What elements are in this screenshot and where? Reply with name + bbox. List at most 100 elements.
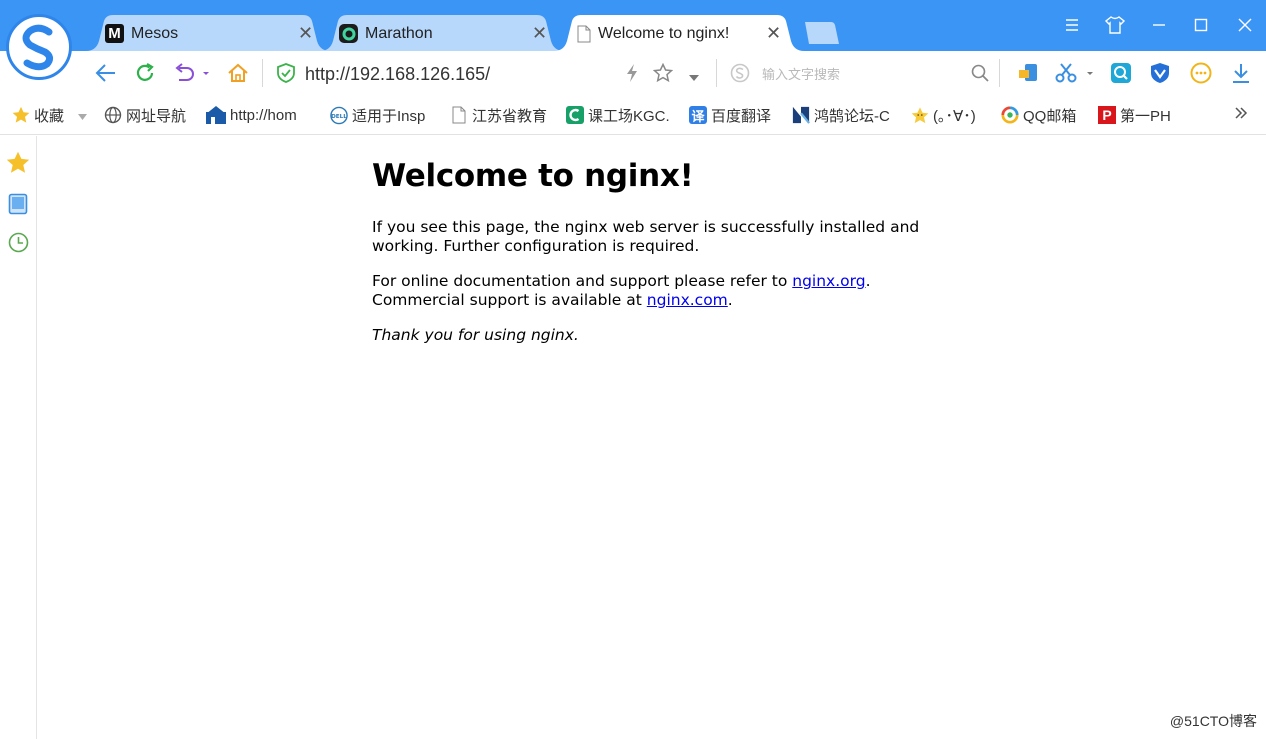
bookmarks-overflow-button[interactable] [1234,104,1248,126]
undo-close-button[interactable] [171,59,211,87]
bookmark-kaomoji[interactable]: (｡･∀･) [911,104,976,126]
toolbar-divider [716,59,717,87]
bookmark-kgc[interactable]: 课工场KGC. [566,104,670,126]
browser-logo-icon[interactable] [6,14,72,80]
tab-marathon[interactable]: Marathon ✕ [320,15,564,51]
search-magnifier-app-icon[interactable] [1107,59,1135,87]
bookmark-label: 适用于Insp [352,107,426,125]
qq-mail-icon [1001,106,1019,124]
globe-icon [104,106,122,124]
star-icon [6,151,30,179]
commercial-line: Commercial support is available at nginx… [372,291,733,310]
bookmark-favorites[interactable]: 收藏 [12,104,88,126]
bookmark-label: 第一PH [1120,107,1171,125]
close-tab-icon[interactable]: ✕ [532,24,547,42]
sidebar [0,136,37,739]
bookmark-label: 课工场KGC. [588,107,670,125]
refresh-button[interactable] [131,59,159,87]
translate-icon: 译 [689,106,707,124]
address-bar[interactable]: http://192.168.126.165/ [268,55,714,91]
toolbar-divider [262,59,263,87]
bookmark-baidu-translate[interactable]: 译 百度翻译 [689,104,771,126]
bookmark-label: QQ邮箱 [1023,107,1077,125]
tablet-icon [8,193,28,220]
bookmark-label: 收藏 [34,107,65,125]
bookmark-http-hom[interactable]: http://hom [206,104,297,126]
marathon-favicon-icon [339,24,358,43]
bookmark-label: 鸿鹄论坛-C [814,107,890,125]
nginx-org-link[interactable]: nginx.org [792,272,865,290]
page-icon [450,106,468,124]
title-bar: M Mesos ✕ Marathon ✕ Welcome to nginx! ✕ [0,0,1266,51]
bookmark-label: 网址导航 [126,107,187,125]
chevron-down-icon [78,107,88,124]
bookmark-label: (｡･∀･) [933,107,976,125]
bookmark-star-icon[interactable] [652,62,674,88]
close-tab-icon[interactable]: ✕ [298,24,313,42]
p-logo-icon: P [1098,106,1116,124]
double-chevron-right-icon [1234,106,1248,124]
home-page-icon [206,106,226,124]
bookmark-dell-insp[interactable]: DELL 适用于Insp [330,104,425,126]
docs-line: For online documentation and support ple… [372,272,871,291]
bookmark-jiangsu-edu[interactable]: 江苏省教育 [450,104,547,126]
commercial-text: Commercial support is available at [372,291,647,309]
search-icon[interactable] [971,64,989,87]
search-input[interactable]: 输入文字搜索 [762,64,840,83]
skin-shirt-icon[interactable] [1101,12,1129,38]
thanks-text: Thank you for using nginx. [372,326,579,344]
bookmark-label: http://hom [230,106,297,124]
navigation-toolbar: http://192.168.126.165/ [0,51,1266,95]
minimize-button[interactable] [1145,12,1173,38]
docs-period: . [865,272,871,290]
back-button[interactable] [92,59,120,87]
download-icon[interactable] [1227,59,1255,87]
docs-text: For online documentation and support ple… [372,272,793,290]
bookmark-label: 百度翻译 [711,107,772,125]
commercial-period: . [727,291,733,309]
sidebar-reader-button[interactable] [6,193,30,220]
page-title: Welcome to nginx! [372,158,694,194]
address-dropdown-icon[interactable] [688,69,700,87]
thanks-line: Thank you for using nginx. [372,326,579,345]
url-text[interactable]: http://192.168.126.165/ [305,64,490,85]
sidebar-history-button[interactable] [6,232,30,258]
intro-line-2: working. Further configuration is requir… [372,237,700,255]
home-button[interactable] [224,59,252,87]
bookmark-diyi-ph[interactable]: P 第一PH [1098,104,1171,126]
tab-title: Mesos [131,25,179,42]
maximize-button[interactable] [1187,12,1215,38]
more-options-icon[interactable] [1187,59,1215,87]
sidebar-favorites-button[interactable] [6,151,30,179]
tab-title: Welcome to nginx! [598,25,730,42]
star-smile-icon [911,106,929,124]
menu-icon[interactable] [1058,12,1086,38]
bookmarks-bar: 收藏 网址导航 http://hom DELL 适用于Insp 江苏省教育 课工… [0,95,1266,135]
security-shield-icon[interactable] [1146,59,1174,87]
bookmark-label: 江苏省教育 [472,107,548,125]
secure-shield-icon[interactable] [276,63,296,88]
kgc-icon [566,106,584,124]
watermark: @51CTO博客 [1169,713,1257,729]
close-tab-icon[interactable]: ✕ [766,24,781,42]
tab-mesos[interactable]: M Mesos ✕ [86,15,330,51]
n-logo-icon [792,106,810,124]
search-engine-icon[interactable] [730,63,750,88]
intro-line-1: If you see this page, the nginx web serv… [372,218,920,236]
new-tab-button[interactable] [803,22,839,44]
screenshot-scissors-icon[interactable] [1053,59,1095,87]
lightning-icon[interactable] [624,63,640,88]
dell-icon: DELL [330,106,348,124]
bookmark-honghu-forum[interactable]: 鸿鹄论坛-C [792,104,890,126]
star-icon [12,106,30,124]
bookmark-qq-mail[interactable]: QQ邮箱 [1001,104,1076,126]
extension-icon[interactable] [1014,59,1042,87]
mesos-favicon-icon: M [105,24,124,43]
tab-title: Marathon [365,25,433,42]
nginx-com-link[interactable]: nginx.com [647,291,728,309]
close-window-button[interactable] [1231,12,1259,38]
bookmark-url-nav[interactable]: 网址导航 [104,104,186,126]
clock-icon [8,232,29,258]
toolbar-divider [999,59,1000,87]
tab-welcome-nginx[interactable]: Welcome to nginx! ✕ [554,15,804,51]
